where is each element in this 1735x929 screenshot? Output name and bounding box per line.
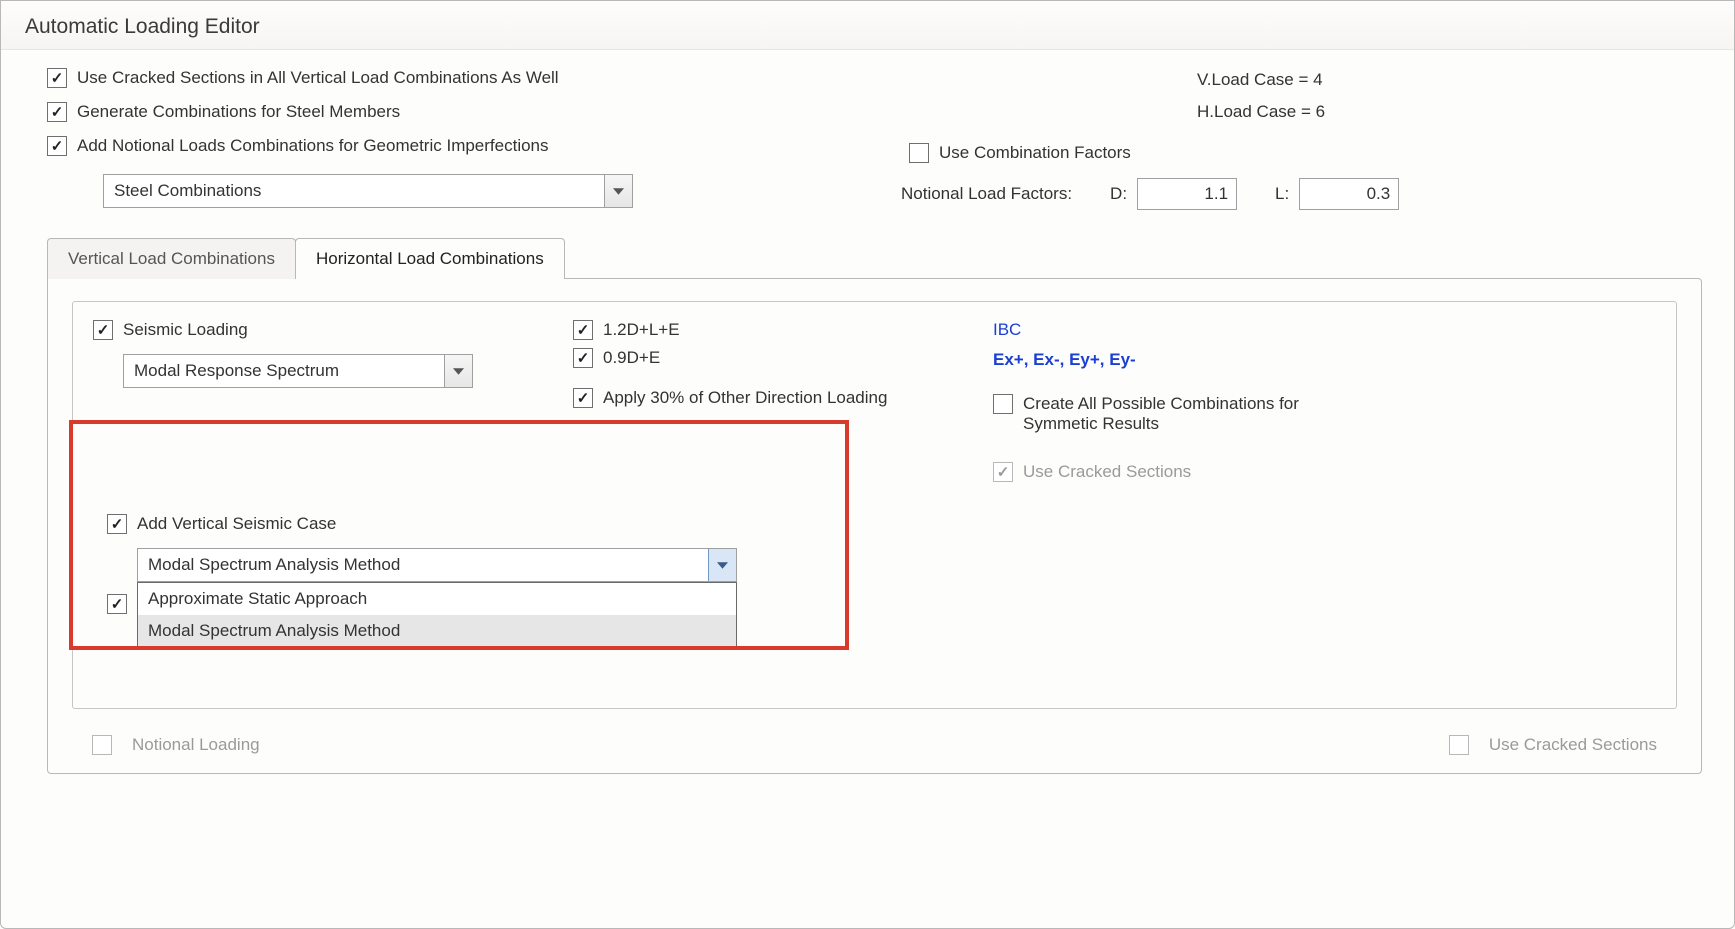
label-seismic-loading: Seismic Loading [123, 320, 248, 340]
tab-vertical-combinations[interactable]: Vertical Load Combinations [47, 238, 296, 279]
label-apply-30pct: Apply 30% of Other Direction Loading [603, 388, 887, 408]
chevron-down-icon[interactable] [604, 175, 632, 207]
label-use-combination-factors: Use Combination Factors [939, 143, 1131, 163]
option-approximate-static-label: Approximate Static Approach [148, 589, 367, 608]
l-factor-label: L: [1275, 184, 1289, 204]
combinations-select[interactable]: Steel Combinations [103, 174, 633, 208]
editor-content: Use Cracked Sections in All Vertical Loa… [1, 50, 1734, 784]
seismic-method-select[interactable]: Modal Response Spectrum [123, 354, 473, 388]
label-combo-09de: 0.9D+E [603, 348, 660, 368]
load-combination-tabs: Vertical Load Combinations Horizontal Lo… [47, 238, 1702, 279]
label-notional-loading: Notional Loading [132, 735, 260, 755]
window-title: Automatic Loading Editor [25, 15, 260, 38]
chevron-down-icon[interactable] [444, 355, 472, 387]
vertical-seismic-method-select[interactable]: Modal Spectrum Analysis Method [137, 548, 737, 582]
seismic-method-value: Modal Response Spectrum [124, 361, 444, 381]
notional-load-factors: Notional Load Factors: D: 1.1 L: 0.3 [901, 178, 1702, 210]
l-factor-input[interactable]: 0.3 [1299, 178, 1399, 210]
checkbox-combo-12dle[interactable] [573, 320, 593, 340]
checkbox-vertical-seismic-extra[interactable] [107, 594, 127, 614]
v-load-case-text: V.Load Case = 4 [1197, 70, 1702, 90]
d-factor-input[interactable]: 1.1 [1137, 178, 1237, 210]
tab-vertical-label: Vertical Load Combinations [68, 249, 275, 268]
top-options-row: Use Cracked Sections in All Vertical Loa… [47, 68, 1702, 170]
option-modal-spectrum[interactable]: Modal Spectrum Analysis Method [138, 615, 736, 647]
label-add-vertical-seismic: Add Vertical Seismic Case [137, 514, 336, 534]
vertical-seismic-method-dropdown: Approximate Static Approach Modal Spectr… [137, 582, 737, 648]
label-combo-12dle: 1.2D+L+E [603, 320, 680, 340]
label-cracked-sections-vertical: Use Cracked Sections in All Vertical Loa… [77, 68, 559, 88]
checkbox-apply-30pct[interactable] [573, 388, 593, 408]
checkbox-use-combination-factors[interactable] [909, 143, 929, 163]
seismic-loading-group: Seismic Loading Modal Response Spectrum [72, 301, 1677, 709]
chevron-down-icon[interactable] [708, 549, 736, 581]
h-load-case-text: H.Load Case = 6 [1197, 102, 1702, 122]
horizontal-combinations-panel: Seismic Loading Modal Response Spectrum [47, 278, 1702, 774]
checkbox-notional-use-cracked [1449, 735, 1469, 755]
combinations-select-value: Steel Combinations [104, 181, 604, 201]
label-seismic-use-cracked: Use Cracked Sections [1023, 462, 1191, 482]
tab-horizontal-label: Horizontal Load Combinations [316, 249, 544, 268]
load-case-info: V.Load Case = 4 H.Load Case = 6 [1197, 70, 1702, 122]
d-factor-label: D: [1110, 184, 1127, 204]
label-create-all-combinations: Create All Possible Combinations for Sym… [1023, 394, 1353, 434]
automatic-loading-editor-window: Automatic Loading Editor Use Cracked Sec… [0, 0, 1735, 929]
checkbox-notional-loads[interactable] [47, 136, 67, 156]
checkbox-seismic-loading[interactable] [93, 320, 113, 340]
label-notional-loads: Add Notional Loads Combinations for Geom… [77, 136, 549, 156]
option-modal-spectrum-label: Modal Spectrum Analysis Method [148, 621, 400, 640]
top-right-column: V.Load Case = 4 H.Load Case = 6 [897, 68, 1702, 134]
notional-loading-row: Notional Loading Use Cracked Sections [72, 727, 1677, 755]
checkbox-create-all-combinations[interactable] [993, 394, 1013, 414]
checkbox-add-vertical-seismic[interactable] [107, 514, 127, 534]
checkbox-seismic-use-cracked [993, 462, 1013, 482]
label-notional-use-cracked: Use Cracked Sections [1489, 735, 1657, 755]
checkbox-notional-loading [92, 735, 112, 755]
notional-factors-label: Notional Load Factors: [901, 184, 1072, 204]
window-title-bar: Automatic Loading Editor [1, 1, 1734, 50]
label-generate-steel-combinations: Generate Combinations for Steel Members [77, 102, 400, 122]
seismic-directions-label: Ex+, Ex-, Ey+, Ey- [993, 350, 1136, 369]
tab-horizontal-combinations[interactable]: Horizontal Load Combinations [295, 238, 565, 279]
checkbox-combo-09de[interactable] [573, 348, 593, 368]
option-approximate-static[interactable]: Approximate Static Approach [138, 583, 736, 615]
top-left-column: Use Cracked Sections in All Vertical Loa… [47, 68, 897, 170]
checkbox-generate-steel-combinations[interactable] [47, 102, 67, 122]
seismic-code-label: IBC [993, 320, 1021, 339]
vertical-seismic-method-value: Modal Spectrum Analysis Method [138, 555, 708, 575]
checkbox-cracked-sections-vertical[interactable] [47, 68, 67, 88]
